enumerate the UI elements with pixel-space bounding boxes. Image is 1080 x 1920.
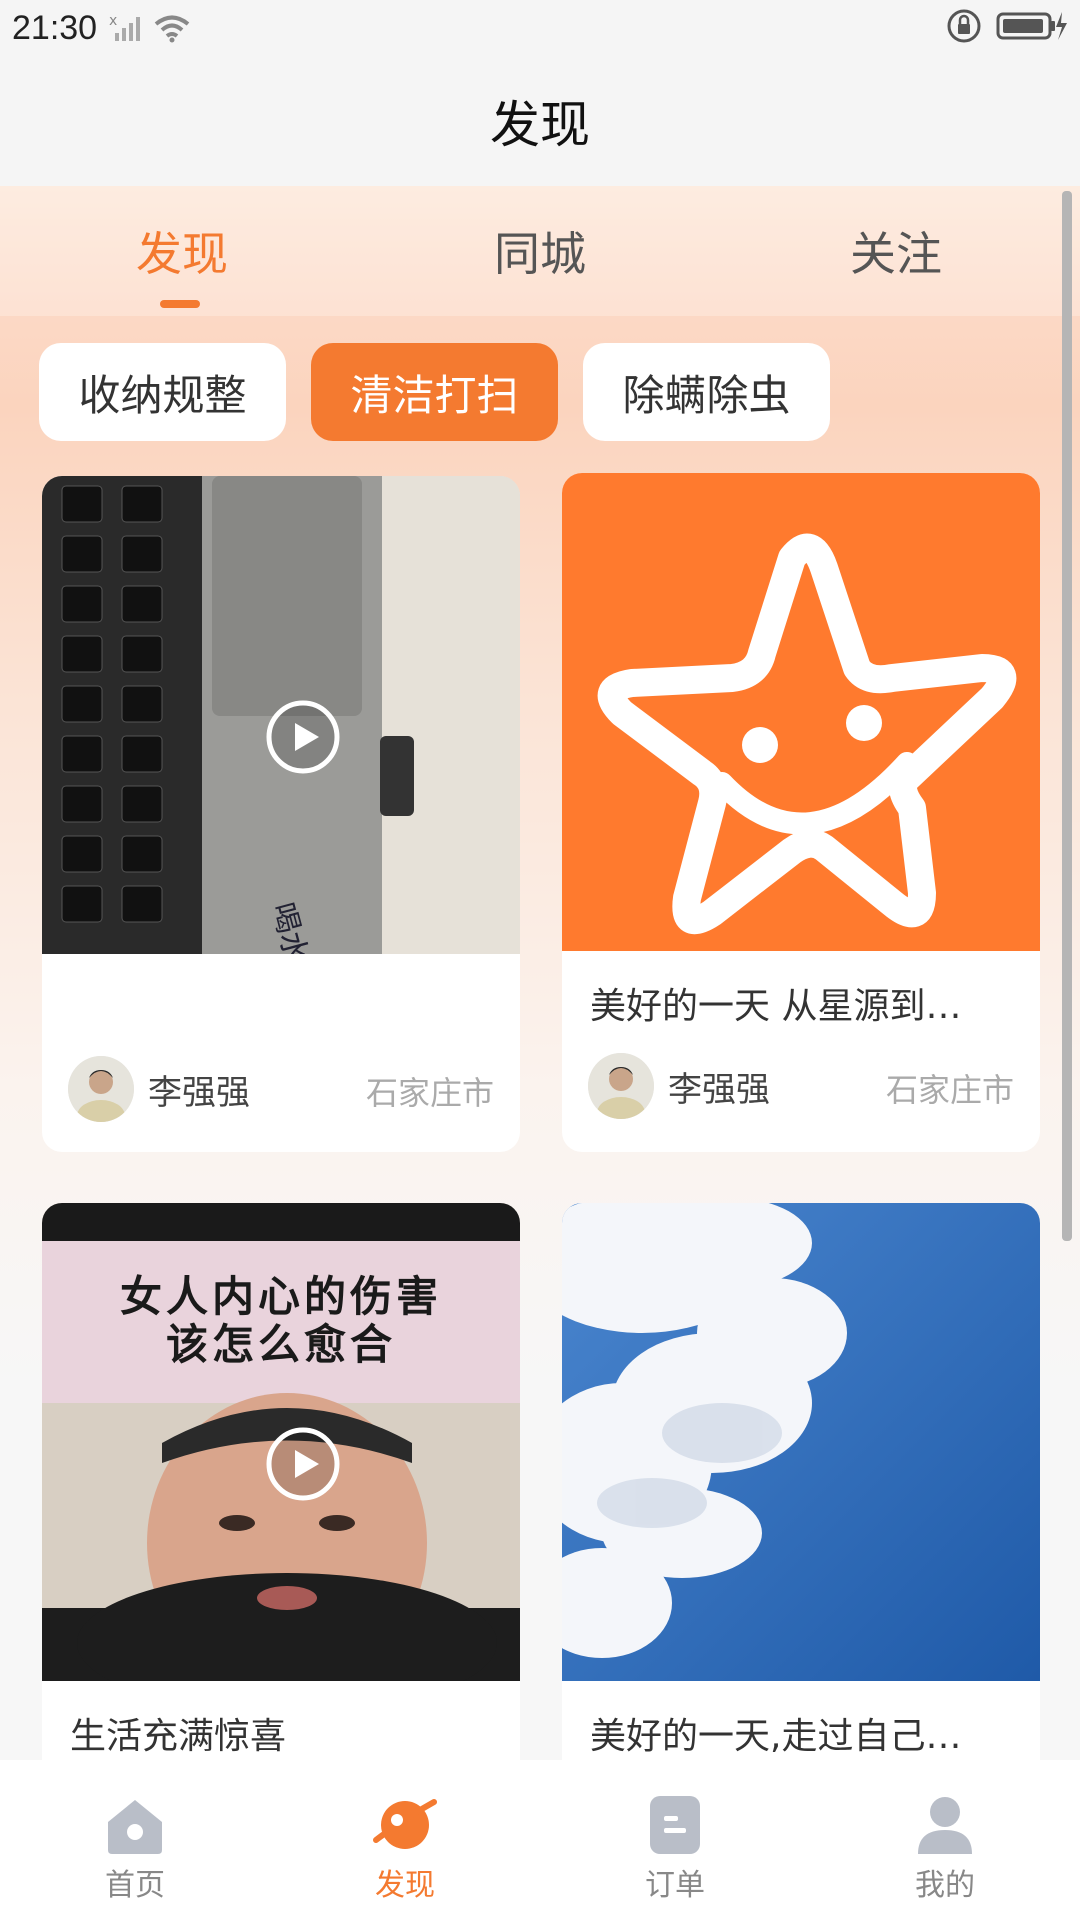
feed-card[interactable]: 喝水定律 李强强 石家庄市 <box>42 476 520 1152</box>
rotation-lock-icon <box>947 9 981 43</box>
svg-text:x: x <box>109 13 117 29</box>
nav-label: 首页 <box>105 1868 165 1903</box>
tab-bar: 发现 同城 关注 <box>0 186 1080 316</box>
status-bar: 21:30 x <box>0 0 1080 56</box>
category-chips: 收纳规整 清洁打扫 除螨除虫 <box>39 343 830 441</box>
status-time: 21:30 <box>12 8 98 47</box>
caption-line: 女人内心的伤害 <box>119 1272 442 1321</box>
tab-following[interactable]: 关注 <box>850 218 942 284</box>
chip-storage[interactable]: 收纳规整 <box>39 343 286 441</box>
nav-discover[interactable]: 发现 <box>270 1760 540 1920</box>
video-thumbnail: 女人内心的伤害 该怎么愈合 <box>42 1203 520 1681</box>
author-name: 李强强 <box>668 1069 770 1110</box>
card-author[interactable]: 李强强 <box>588 1053 770 1119</box>
author-name: 李强强 <box>148 1072 250 1113</box>
tab-discover[interactable]: 发现 <box>136 218 228 284</box>
home-icon <box>108 1800 162 1854</box>
profile-icon <box>918 1797 972 1854</box>
discover-content[interactable]: 发现 同城 关注 收纳规整 清洁打扫 除螨除虫 李强强 石家庄市 美好的一天 从… <box>0 186 1080 1760</box>
status-right-icons <box>946 8 1068 44</box>
tab-indicator <box>160 300 200 308</box>
card-city: 石家庄市 <box>365 1074 494 1112</box>
nav-label: 订单 <box>645 1868 705 1903</box>
tab-same-city[interactable]: 同城 <box>494 218 586 284</box>
play-icon[interactable] <box>264 1425 342 1503</box>
avatar <box>588 1053 654 1119</box>
feed-card[interactable]: 美好的一天,走过自己… <box>562 1203 1040 1760</box>
play-icon[interactable] <box>264 698 342 776</box>
card-city: 石家庄市 <box>885 1071 1014 1109</box>
order-icon <box>650 1796 700 1854</box>
nav-home[interactable]: 首页 <box>0 1760 270 1920</box>
chip-pest-control[interactable]: 除螨除虫 <box>583 343 830 441</box>
card-title: 美好的一天,走过自己… <box>590 1716 962 1757</box>
avatar <box>68 1056 134 1122</box>
video-thumbnail: 喝水定律 <box>42 476 520 954</box>
bottom-nav: 首页 发现 订单 我的 <box>0 1760 1080 1920</box>
nav-profile[interactable]: 我的 <box>810 1760 1080 1920</box>
nav-label: 发现 <box>375 1868 435 1903</box>
card-title: 生活充满惊喜 <box>70 1716 287 1757</box>
card-title: 美好的一天 从星源到… <box>590 986 962 1027</box>
video-overlay-caption: 女人内心的伤害 该怎么愈合 <box>42 1273 520 1369</box>
signal-icon: x <box>109 13 141 41</box>
image-thumbnail <box>562 473 1040 951</box>
card-author[interactable]: 李强强 <box>68 1056 250 1122</box>
feed-card[interactable]: 女人内心的伤害 该怎么愈合 生活充满惊喜 <box>42 1203 520 1760</box>
page-title: 发现 <box>490 96 590 154</box>
planet-icon <box>373 1799 437 1849</box>
nav-label: 我的 <box>915 1868 975 1903</box>
caption-line: 该怎么愈合 <box>165 1320 396 1369</box>
feed-card[interactable]: 美好的一天 从星源到… 李强强 石家庄市 <box>562 473 1040 1152</box>
battery-icon <box>996 12 1067 40</box>
scrollbar[interactable] <box>1062 191 1072 1241</box>
wifi-icon <box>154 15 190 43</box>
chip-cleaning[interactable]: 清洁打扫 <box>311 343 558 441</box>
nav-orders[interactable]: 订单 <box>540 1760 810 1920</box>
app-header: 发现 <box>0 56 1080 186</box>
status-left-icons: x <box>109 13 191 43</box>
image-thumbnail <box>562 1203 1040 1681</box>
